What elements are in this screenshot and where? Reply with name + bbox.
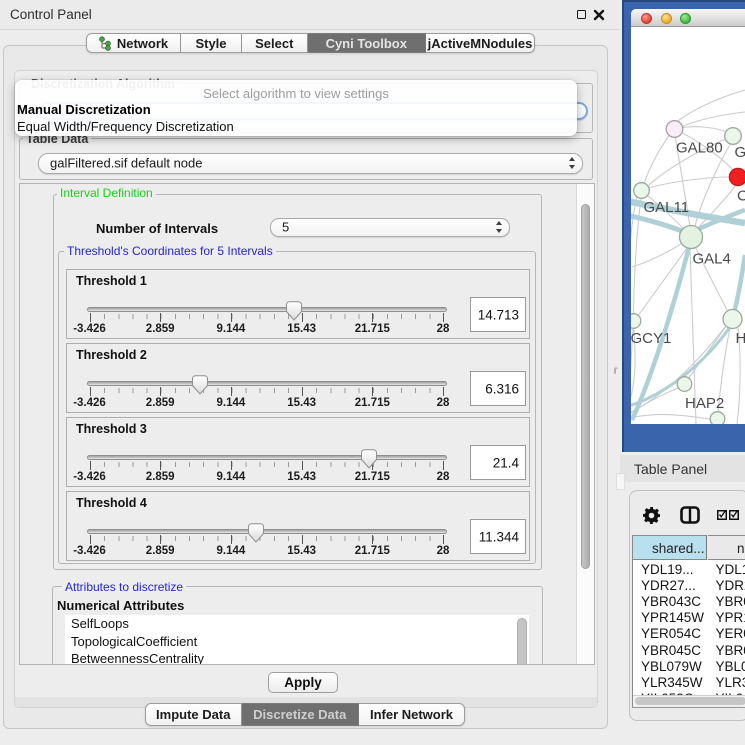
svg-text:GCY1: GCY1 xyxy=(631,330,671,347)
svg-text:H: H xyxy=(736,330,745,347)
svg-text:GAL4: GAL4 xyxy=(693,251,731,268)
svg-text:GAL11: GAL11 xyxy=(644,199,690,216)
svg-text:C: C xyxy=(737,188,745,205)
svg-text:GAL80: GAL80 xyxy=(676,140,723,157)
svg-text:HAP2: HAP2 xyxy=(685,395,724,412)
svg-text:GAL: GAL xyxy=(735,144,745,161)
